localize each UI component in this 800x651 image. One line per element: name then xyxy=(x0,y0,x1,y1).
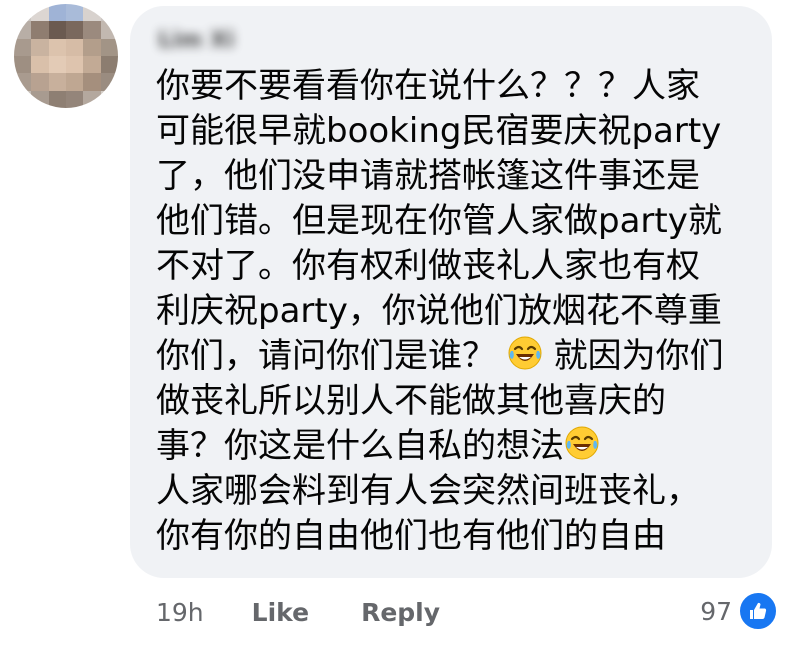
face-with-tears-of-joy-icon xyxy=(508,336,542,370)
comment-line: 做丧礼所以别人不能做其他喜庆的 xyxy=(156,381,666,421)
comment-line: 人家哪会料到有人会突然间班丧礼， xyxy=(156,471,700,511)
comment-line: 事？你这是什么自私的想法 xyxy=(156,424,756,469)
comment-line: 你们，请问你们是谁？ 就因为你们 xyxy=(156,334,756,379)
reply-button[interactable]: Reply xyxy=(361,598,440,627)
comment-line-part: 你们，请问你们是谁？ xyxy=(156,336,496,376)
comment-body: 你要不要看看你在说什么？？？人家 可能很早就booking民宿要庆祝party … xyxy=(156,64,756,559)
reaction-summary[interactable]: 97 xyxy=(700,590,778,632)
avatar[interactable] xyxy=(14,4,118,108)
comment-line: 不对了。你有权利做丧礼人家也有权 xyxy=(156,246,700,286)
like-button[interactable]: Like xyxy=(252,598,309,627)
comment-actions: 19h Like Reply xyxy=(156,592,440,632)
comment-line-part: 事？你这是什么自私的想法 xyxy=(156,426,564,466)
comment-line: 你有你的自由他们也有他们的自由 xyxy=(156,516,666,556)
comment-timestamp[interactable]: 19h xyxy=(156,598,204,627)
comment-line: 利庆祝party，你说他们放烟花不尊重 xyxy=(156,291,722,331)
thumbs-up-icon xyxy=(738,591,778,631)
comment-author-name[interactable]: Lim Xi xyxy=(158,20,235,60)
face-with-tears-of-joy-icon xyxy=(565,426,599,460)
comment-line-part: 就因为你们 xyxy=(553,336,724,376)
comment-line: 了，他们没申请就搭帐篷这件事还是 xyxy=(156,156,700,196)
comment-line: 可能很早就booking民宿要庆祝party xyxy=(156,111,722,151)
comment-line: 你要不要看看你在说什么？？？人家 xyxy=(156,66,700,106)
thumbs-up-glyph xyxy=(750,602,767,619)
reaction-count: 97 xyxy=(700,596,732,626)
comment-line: 他们错。但是现在你管人家做party就 xyxy=(156,201,722,241)
